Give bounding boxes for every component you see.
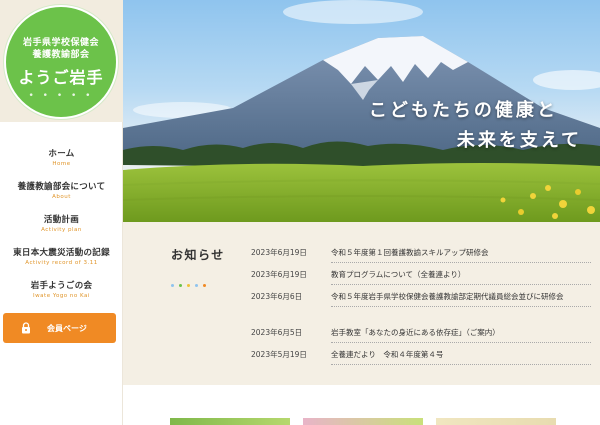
news-heading-dots (171, 272, 211, 291)
decor-dot (187, 284, 190, 287)
nav-item-yogo-kai[interactable]: 岩手ようごの会 Iwate Yogo no Kai (0, 280, 123, 313)
news-list: 2023年6月19日 令和５年度第１回養護教諭スキルアップ研修会 2023年6月… (251, 242, 591, 366)
nav-item-label: ホーム (48, 149, 75, 159)
nav-item-sublabel: About (52, 194, 71, 200)
logo-area: 岩手県学校保健会 養護教諭部会 ようご岩手 • • • • • (0, 0, 123, 122)
banner-thumbnail[interactable] (436, 418, 556, 425)
news-date: 2023年6月19日 (251, 270, 307, 279)
banner-thumbnail[interactable] (303, 418, 423, 425)
news-item[interactable]: 2023年6月19日 教育プログラムについて（全養連より） (251, 269, 591, 291)
nav-item-activity-plan[interactable]: 活動計画 Activity plan (0, 214, 123, 247)
logo-org-line2: 養護教諭部会 (32, 50, 90, 60)
news-item[interactable]: 2023年5月19日 全養連だより 令和４年度第４号 (251, 349, 591, 371)
news-title-link[interactable]: 令和５年度第１回養護教諭スキルアップ研修会 (331, 247, 591, 263)
sidebar: 岩手県学校保健会 養護教諭部会 ようご岩手 • • • • • ホーム Home… (0, 0, 123, 425)
lock-icon (22, 322, 30, 334)
hero-banner: こどもたちの健康と 未来を支えて (123, 0, 600, 222)
hero-tagline-line1: こどもたちの健康と (368, 100, 558, 121)
logo-dots: • • • • • (28, 91, 94, 101)
news-title-link[interactable]: 令和５年度岩手県学校保健会養護教諭部定期代議員総会並びに研修会 (331, 291, 591, 307)
banner-thumbnail[interactable] (170, 418, 290, 425)
site-logo[interactable]: 岩手県学校保健会 養護教諭部会 ようご岩手 • • • • • (4, 5, 118, 119)
decor-dot (195, 284, 198, 287)
nav-item-home[interactable]: ホーム Home (0, 148, 123, 181)
nav-item-sublabel: Home (52, 161, 71, 167)
hero-tagline-line2: 未来を支えて (456, 130, 582, 151)
member-page-label: 会員ページ (47, 324, 87, 333)
main-nav: ホーム Home 養護教諭部会について About 活動計画 Activity … (0, 148, 123, 313)
news-item[interactable]: 2023年6月19日 令和５年度第１回養護教諭スキルアップ研修会 (251, 247, 591, 269)
nav-item-sublabel: Iwate Yogo no Kai (33, 293, 90, 299)
member-page-button[interactable]: 会員ページ (3, 313, 116, 343)
decor-dot (203, 284, 206, 287)
news-heading: お知らせ (171, 248, 225, 262)
logo-site-name: ようご岩手 (18, 68, 104, 87)
news-section: お知らせ 2023年6月19日 令和５年度第１回養護教諭スキルアップ研修会 20… (123, 222, 600, 385)
news-title-link[interactable]: 岩手教室「あなたの身近にある依存症」（ご案内） (331, 327, 591, 343)
news-date: 2023年6月19日 (251, 248, 307, 257)
news-date: 2023年6月5日 (251, 328, 303, 337)
nav-item-311-record[interactable]: 東日本大震災活動の記録 Activity record of 3.11 (0, 247, 123, 280)
decor-dot (171, 284, 174, 287)
nav-item-label: 養護教諭部会について (17, 182, 106, 192)
nav-item-sublabel: Activity record of 3.11 (25, 260, 98, 266)
nav-item-label: 岩手ようごの会 (30, 281, 93, 291)
news-item[interactable]: 2023年6月5日 岩手教室「あなたの身近にある依存症」（ご案内） (251, 327, 591, 349)
news-date: 2023年5月19日 (251, 350, 307, 359)
news-title-link[interactable]: 教育プログラムについて（全養連より） (331, 269, 591, 285)
news-title-link[interactable]: 全養連だより 令和４年度第４号 (331, 349, 591, 365)
decor-dot (179, 284, 182, 287)
news-item[interactable]: 2023年6月6日 令和５年度岩手県学校保健会養護教諭部定期代議員総会並びに研修… (251, 291, 591, 327)
nav-item-sublabel: Activity plan (41, 227, 82, 233)
bottom-banner-strip (123, 385, 600, 425)
nav-item-label: 活動計画 (43, 215, 80, 225)
hero-tagline: こどもたちの健康と 未来を支えて (369, 96, 582, 156)
nav-item-about[interactable]: 養護教諭部会について About (0, 181, 123, 214)
nav-item-label: 東日本大震災活動の記録 (13, 248, 110, 258)
news-date: 2023年6月6日 (251, 292, 303, 301)
